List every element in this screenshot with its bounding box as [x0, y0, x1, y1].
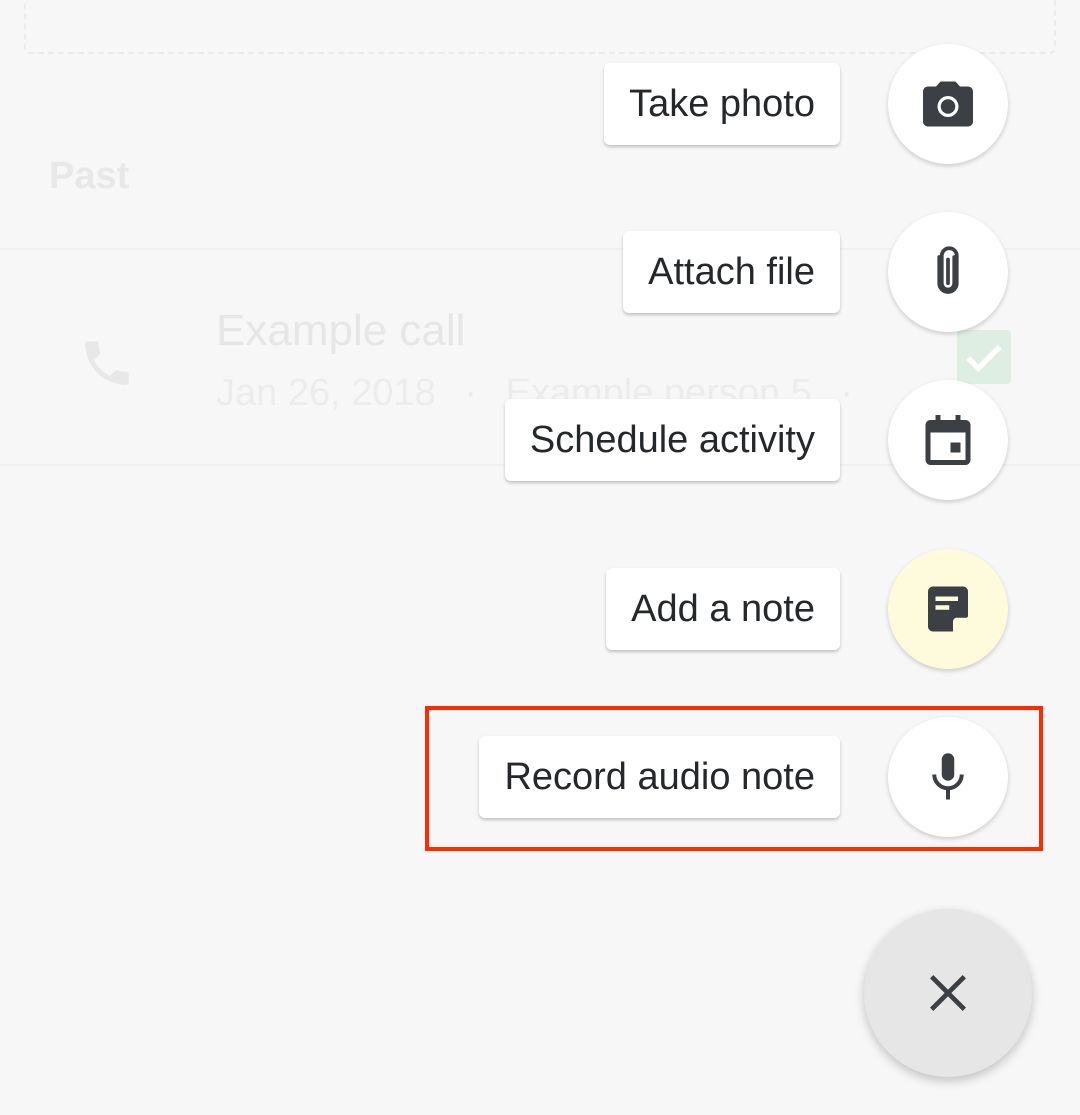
speed-dial-item-add-note: Add a note [0, 549, 1080, 669]
speed-dial-item-attach-file: Attach file [0, 212, 1080, 332]
take-photo-button[interactable] [888, 44, 1008, 164]
add-note-button[interactable] [888, 549, 1008, 669]
highlight-box [425, 706, 1043, 851]
speed-dial-item-schedule-activity: Schedule activity [0, 380, 1080, 500]
attach-file-label[interactable]: Attach file [623, 231, 840, 313]
speed-dial-item-take-photo: Take photo [0, 44, 1080, 164]
add-note-label[interactable]: Add a note [606, 568, 840, 650]
calendar-icon [925, 415, 971, 465]
note-icon [928, 586, 968, 633]
close-speed-dial-button[interactable] [864, 909, 1032, 1077]
take-photo-label[interactable]: Take photo [604, 63, 840, 145]
schedule-activity-button[interactable] [888, 380, 1008, 500]
schedule-activity-label[interactable]: Schedule activity [504, 399, 840, 481]
paperclip-icon [937, 246, 959, 294]
attach-file-button[interactable] [888, 212, 1008, 332]
camera-icon [923, 81, 973, 127]
check-icon [966, 344, 1002, 373]
done-checkbox[interactable] [957, 330, 1011, 384]
close-icon [930, 975, 966, 1011]
